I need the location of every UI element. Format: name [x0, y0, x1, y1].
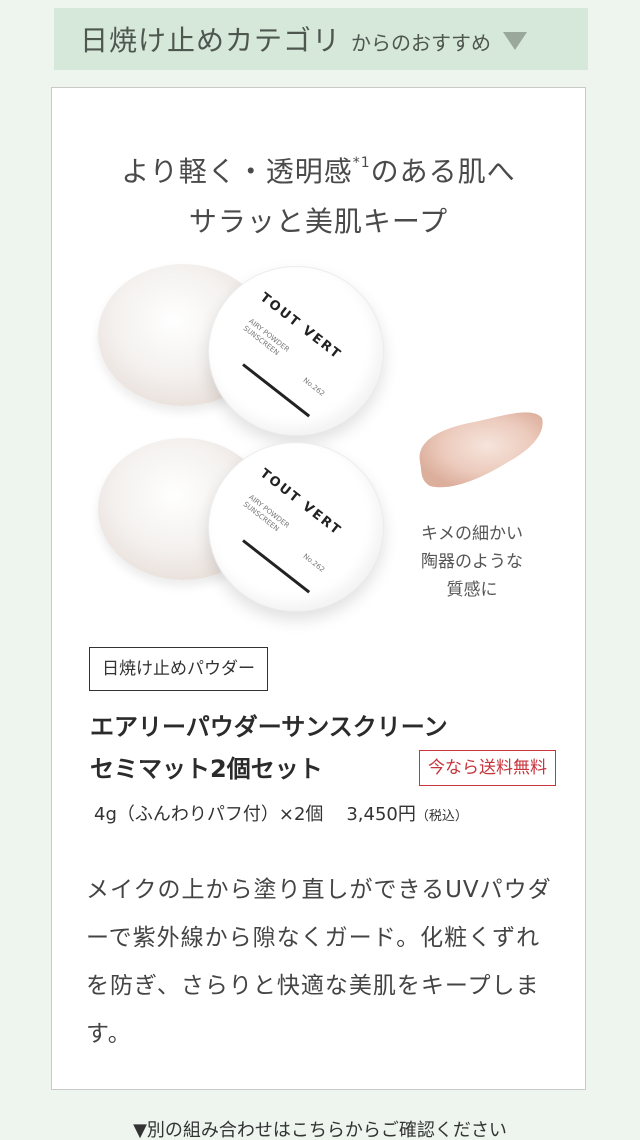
triangle-down-icon — [503, 32, 528, 50]
jar-lid: TOUT VERT AIRY POWDER SUNSCREEN No.262 — [208, 442, 384, 612]
category-tag: 日焼け止めパウダー — [89, 647, 268, 691]
category-header[interactable]: 日焼け止めカテゴリ からのおすすめ — [54, 8, 588, 70]
free-shipping-badge: 今なら送料無料 — [419, 750, 556, 786]
category-title: 日焼け止めカテゴリ — [80, 24, 342, 57]
jar-lid: TOUT VERT AIRY POWDER SUNSCREEN No.262 — [208, 266, 384, 436]
other-combinations-link[interactable]: ▼別の組み合わせはこちらからご確認ください — [0, 1116, 640, 1140]
powder-swatch-image — [419, 412, 543, 488]
category-subtitle: からのおすすめ — [351, 30, 492, 55]
swatch-caption: キメの細かい 陶器のような 質感に — [421, 524, 523, 600]
product-name[interactable]: エアリーパウダーサンスクリーン セミマット2個セット — [90, 706, 448, 790]
product-image[interactable]: TOUT VERT AIRY POWDER SUNSCREEN No.262 — [98, 260, 398, 440]
product-spec-price: 4g（ふんわりパフ付）×2個 3,450円（税込） — [94, 804, 468, 825]
product-description: メイクの上から塗り直しができるUVパウダーで紫外線から隙なくガード。化粧くずれを… — [86, 877, 552, 1047]
headline: より軽く・透明感*1のある肌へ サラッと美肌キープ — [121, 155, 516, 238]
product-card[interactable]: より軽く・透明感*1のある肌へ サラッと美肌キープ TOUT VERT AIRY… — [51, 87, 586, 1090]
product-image[interactable]: TOUT VERT AIRY POWDER SUNSCREEN No.262 — [98, 434, 398, 614]
